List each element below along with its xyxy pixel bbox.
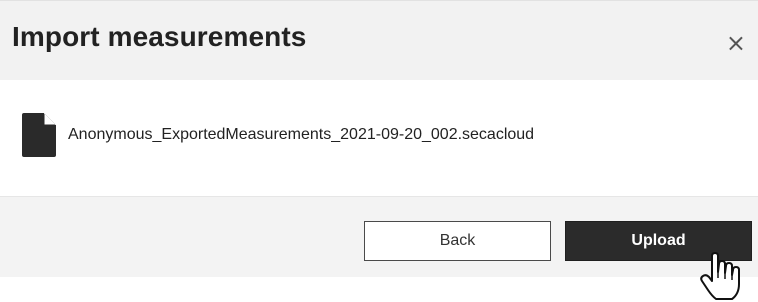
back-button[interactable]: Back — [364, 221, 551, 261]
dialog-title: Import measurements — [12, 21, 307, 52]
file-item: Anonymous_ExportedMeasurements_2021-09-2… — [22, 113, 534, 157]
dialog-body: Anonymous_ExportedMeasurements_2021-09-2… — [0, 80, 758, 196]
file-name: Anonymous_ExportedMeasurements_2021-09-2… — [68, 126, 535, 143]
document-icon — [22, 113, 56, 157]
close-icon[interactable]: × — [726, 31, 746, 55]
dialog-header: Import measurements × — [0, 0, 758, 80]
dialog-footer: Back Upload — [0, 196, 758, 277]
upload-button[interactable]: Upload — [565, 221, 752, 261]
import-measurements-dialog: Import measurements × Anonymous_Exported… — [0, 0, 758, 277]
